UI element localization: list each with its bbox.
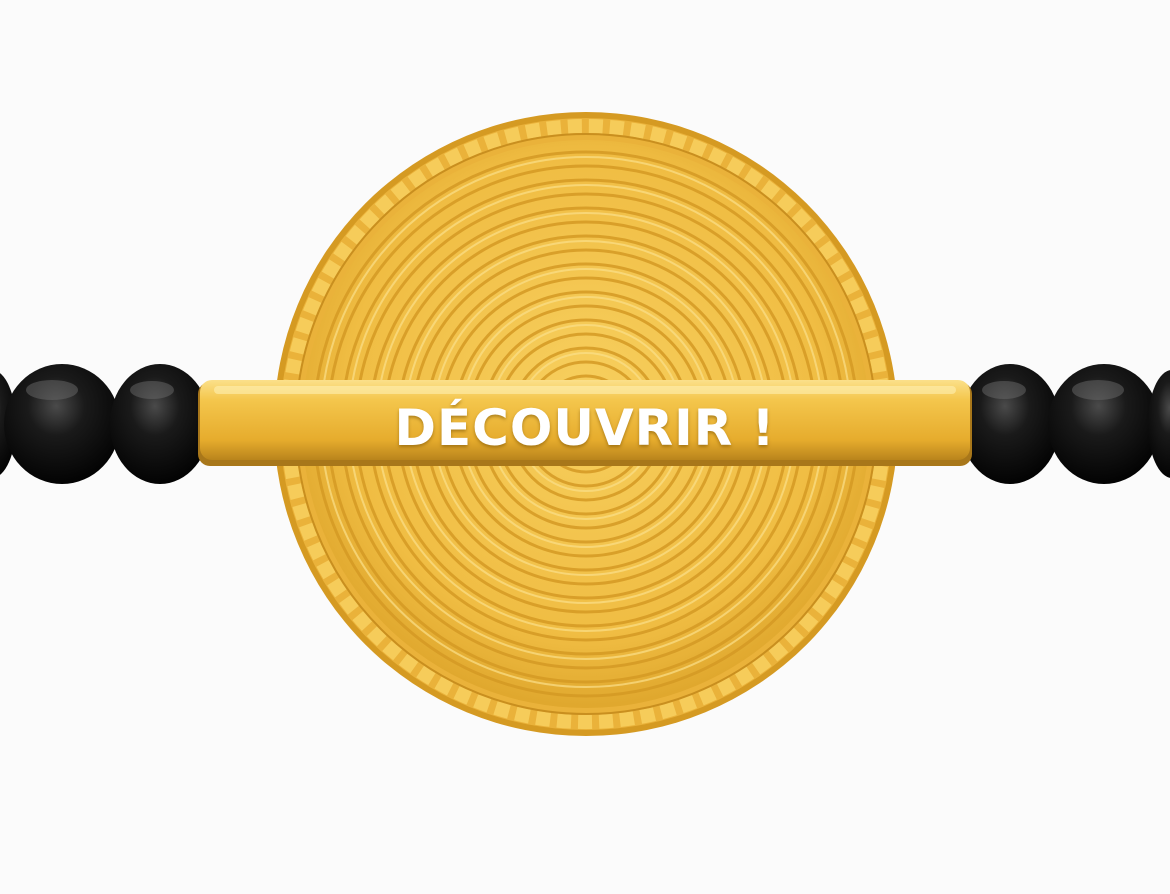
left-beads: [0, 364, 210, 484]
decouvrir-button[interactable]: [198, 382, 972, 466]
bracelet-banner: DÉCOUVRIR !: [0, 0, 1170, 894]
bead-icon: [1148, 370, 1170, 478]
right-beads: [960, 364, 1170, 484]
